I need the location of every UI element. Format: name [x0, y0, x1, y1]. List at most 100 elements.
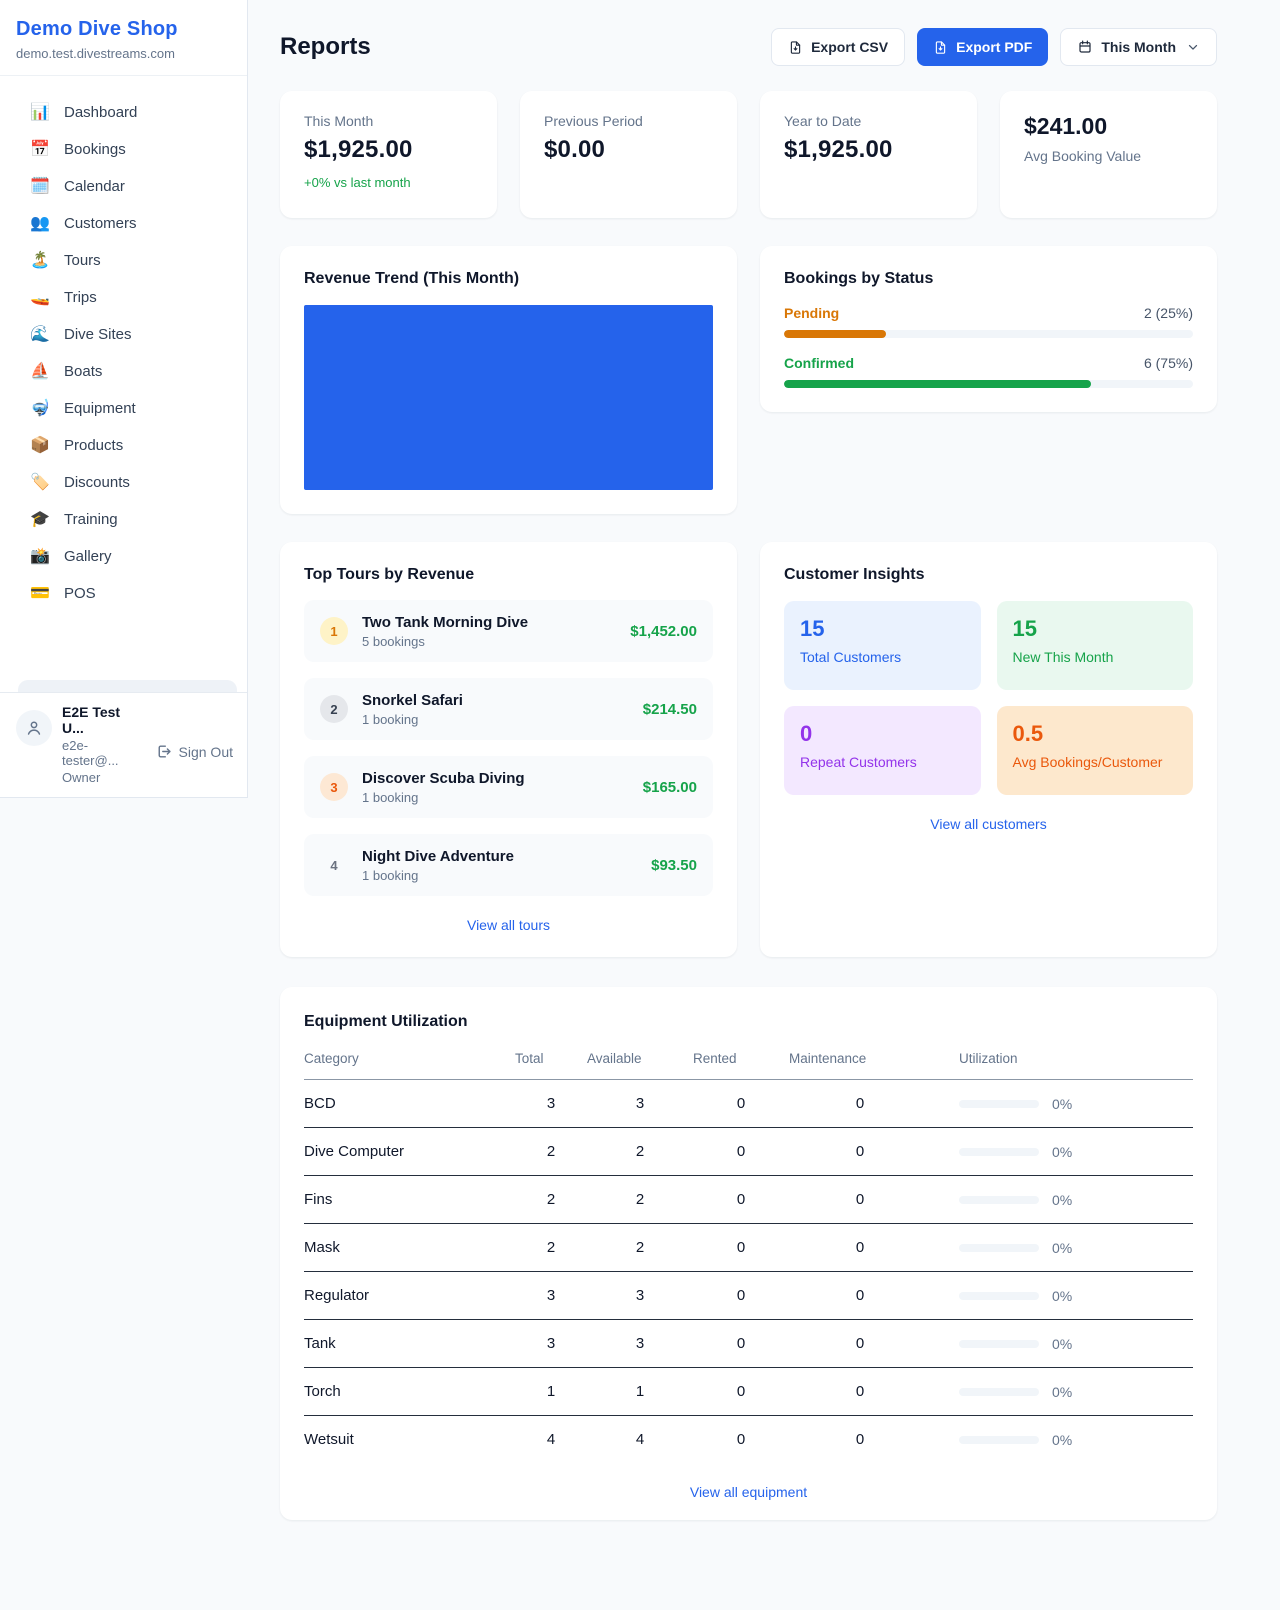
equipment-maintenance: 0	[789, 1272, 931, 1320]
equipment-available: 1	[587, 1368, 693, 1416]
sidebar-item-pos[interactable]: 💳 POS	[18, 575, 237, 612]
export-pdf-button[interactable]: Export PDF	[917, 28, 1048, 66]
equipment-total: 3	[515, 1272, 587, 1320]
people-icon: 👥	[30, 216, 50, 232]
equipment-available: 2	[587, 1128, 693, 1176]
insight-tiles: 15 Total Customers 15 New This Month 0 R…	[784, 601, 1193, 795]
equipment-total: 4	[515, 1416, 587, 1464]
insight-value: 15	[1013, 616, 1178, 642]
equipment-rented: 0	[693, 1272, 789, 1320]
equipment-row-tank: Tank 3 3 0 0 0%	[304, 1320, 1193, 1368]
main-content: Reports Export CSV	[248, 0, 1280, 1562]
utilization-percent: 0%	[1052, 1384, 1072, 1400]
export-csv-button[interactable]: Export CSV	[771, 28, 905, 66]
status-value: 2 (25%)	[1144, 305, 1193, 321]
tour-amount: $165.00	[643, 779, 697, 796]
equipment-maintenance: 0	[789, 1128, 931, 1176]
equipment-rented: 0	[693, 1320, 789, 1368]
status-row-pending: Pending 2 (25%)	[784, 305, 1193, 338]
view-all-equipment-link[interactable]: View all equipment	[304, 1484, 1193, 1500]
tour-row: 1 Two Tank Morning Dive 5 bookings $1,45…	[304, 600, 713, 662]
utilization-percent: 0%	[1052, 1096, 1072, 1112]
equipment-rented: 0	[693, 1416, 789, 1464]
equipment-total: 1	[515, 1368, 587, 1416]
equipment-category: Fins	[304, 1176, 515, 1224]
utilization-bar-track	[959, 1244, 1039, 1252]
insight-tile-total-customers: 15 Total Customers	[784, 601, 981, 690]
sidebar-item-equipment[interactable]: 🤿 Equipment	[18, 390, 237, 427]
col-total: Total	[515, 1041, 587, 1080]
sidebar-item-reports-partial[interactable]	[18, 680, 237, 692]
sidebar-item-label: POS	[64, 585, 96, 602]
equipment-category: Regulator	[304, 1272, 515, 1320]
utilization-percent: 0%	[1052, 1144, 1072, 1160]
view-all-tours-link[interactable]: View all tours	[304, 917, 713, 933]
top-tours-card: Top Tours by Revenue 1 Two Tank Morning …	[280, 542, 737, 957]
sidebar-item-customers[interactable]: 👥 Customers	[18, 205, 237, 242]
period-label: This Month	[1101, 39, 1176, 55]
equipment-row-regulator: Regulator 3 3 0 0 0%	[304, 1272, 1193, 1320]
sidebar-item-boats[interactable]: ⛵ Boats	[18, 353, 237, 390]
tour-bookings: 1 booking	[362, 868, 514, 883]
sidebar-item-trips[interactable]: 🚤 Trips	[18, 279, 237, 316]
sidebar-item-label: Trips	[64, 289, 97, 306]
status-label: Pending	[784, 305, 839, 321]
tour-bookings: 1 booking	[362, 790, 525, 805]
equipment-available: 3	[587, 1320, 693, 1368]
stat-card-previous-period: Previous Period $0.00	[520, 91, 737, 218]
card-title: Top Tours by Revenue	[304, 566, 713, 584]
view-all-customers-link[interactable]: View all customers	[784, 816, 1193, 832]
equipment-maintenance: 0	[789, 1176, 931, 1224]
utilization-bar-track	[959, 1340, 1039, 1348]
sidebar-item-label: Bookings	[64, 141, 126, 158]
rank-badge: 3	[320, 773, 348, 801]
sidebar-item-label: Dive Sites	[64, 326, 132, 343]
sidebar-item-dashboard[interactable]: 📊 Dashboard	[18, 94, 237, 131]
sign-out-button[interactable]: Sign Out	[155, 704, 233, 785]
equipment-maintenance: 0	[789, 1416, 931, 1464]
equipment-category: Wetsuit	[304, 1416, 515, 1464]
export-csv-label: Export CSV	[811, 39, 888, 55]
insight-label: New This Month	[1013, 649, 1178, 665]
sidebar-item-discounts[interactable]: 🏷️ Discounts	[18, 464, 237, 501]
sailboat-icon: ⛵	[30, 364, 50, 380]
period-dropdown[interactable]: This Month	[1060, 28, 1217, 66]
user-name: E2E Test U...	[62, 704, 145, 736]
insight-value: 0.5	[1013, 721, 1178, 747]
card-title: Equipment Utilization	[304, 1013, 1193, 1031]
status-progress-fill	[784, 330, 886, 338]
equipment-available: 3	[587, 1080, 693, 1128]
sidebar-item-dive-sites[interactable]: 🌊 Dive Sites	[18, 316, 237, 353]
utilization-bar-track	[959, 1292, 1039, 1300]
equipment-row-torch: Torch 1 1 0 0 0%	[304, 1368, 1193, 1416]
sidebar-item-calendar[interactable]: 🗓️ Calendar	[18, 168, 237, 205]
equipment-rented: 0	[693, 1080, 789, 1128]
page-title: Reports	[280, 33, 371, 61]
sidebar-item-label: Gallery	[64, 548, 112, 565]
tour-list: 1 Two Tank Morning Dive 5 bookings $1,45…	[304, 600, 713, 896]
person-icon	[24, 718, 44, 738]
equipment-table-header: Category Total Available Rented Maintena…	[304, 1041, 1193, 1080]
graduation-cap-icon: 🎓	[30, 512, 50, 528]
equipment-maintenance: 0	[789, 1368, 931, 1416]
stat-label: Previous Period	[544, 113, 713, 129]
sidebar-item-products[interactable]: 📦 Products	[18, 427, 237, 464]
sidebar-item-training[interactable]: 🎓 Training	[18, 501, 237, 538]
tour-bookings: 1 booking	[362, 712, 463, 727]
stats-row: This Month $1,925.00 +0% vs last month P…	[280, 91, 1217, 218]
sidebar-user-footer: E2E Test U... e2e-tester@... Owner Sign …	[0, 692, 247, 797]
utilization-bar-track	[959, 1100, 1039, 1108]
stat-label: Year to Date	[784, 113, 953, 129]
sidebar-item-gallery[interactable]: 📸 Gallery	[18, 538, 237, 575]
charts-row: Revenue Trend (This Month) Bookings by S…	[280, 246, 1217, 514]
sidebar-item-tours[interactable]: 🏝️ Tours	[18, 242, 237, 279]
equipment-category: Mask	[304, 1224, 515, 1272]
shop-name[interactable]: Demo Dive Shop	[16, 18, 227, 41]
stat-card-avg-booking-value: $241.00 Avg Booking Value	[1000, 91, 1217, 218]
sidebar-item-bookings[interactable]: 📅 Bookings	[18, 131, 237, 168]
equipment-category: Torch	[304, 1368, 515, 1416]
equipment-category: Dive Computer	[304, 1128, 515, 1176]
sidebar-item-label: Discounts	[64, 474, 130, 491]
tour-row: 2 Snorkel Safari 1 booking $214.50	[304, 678, 713, 740]
tour-name: Night Dive Adventure	[362, 848, 514, 865]
